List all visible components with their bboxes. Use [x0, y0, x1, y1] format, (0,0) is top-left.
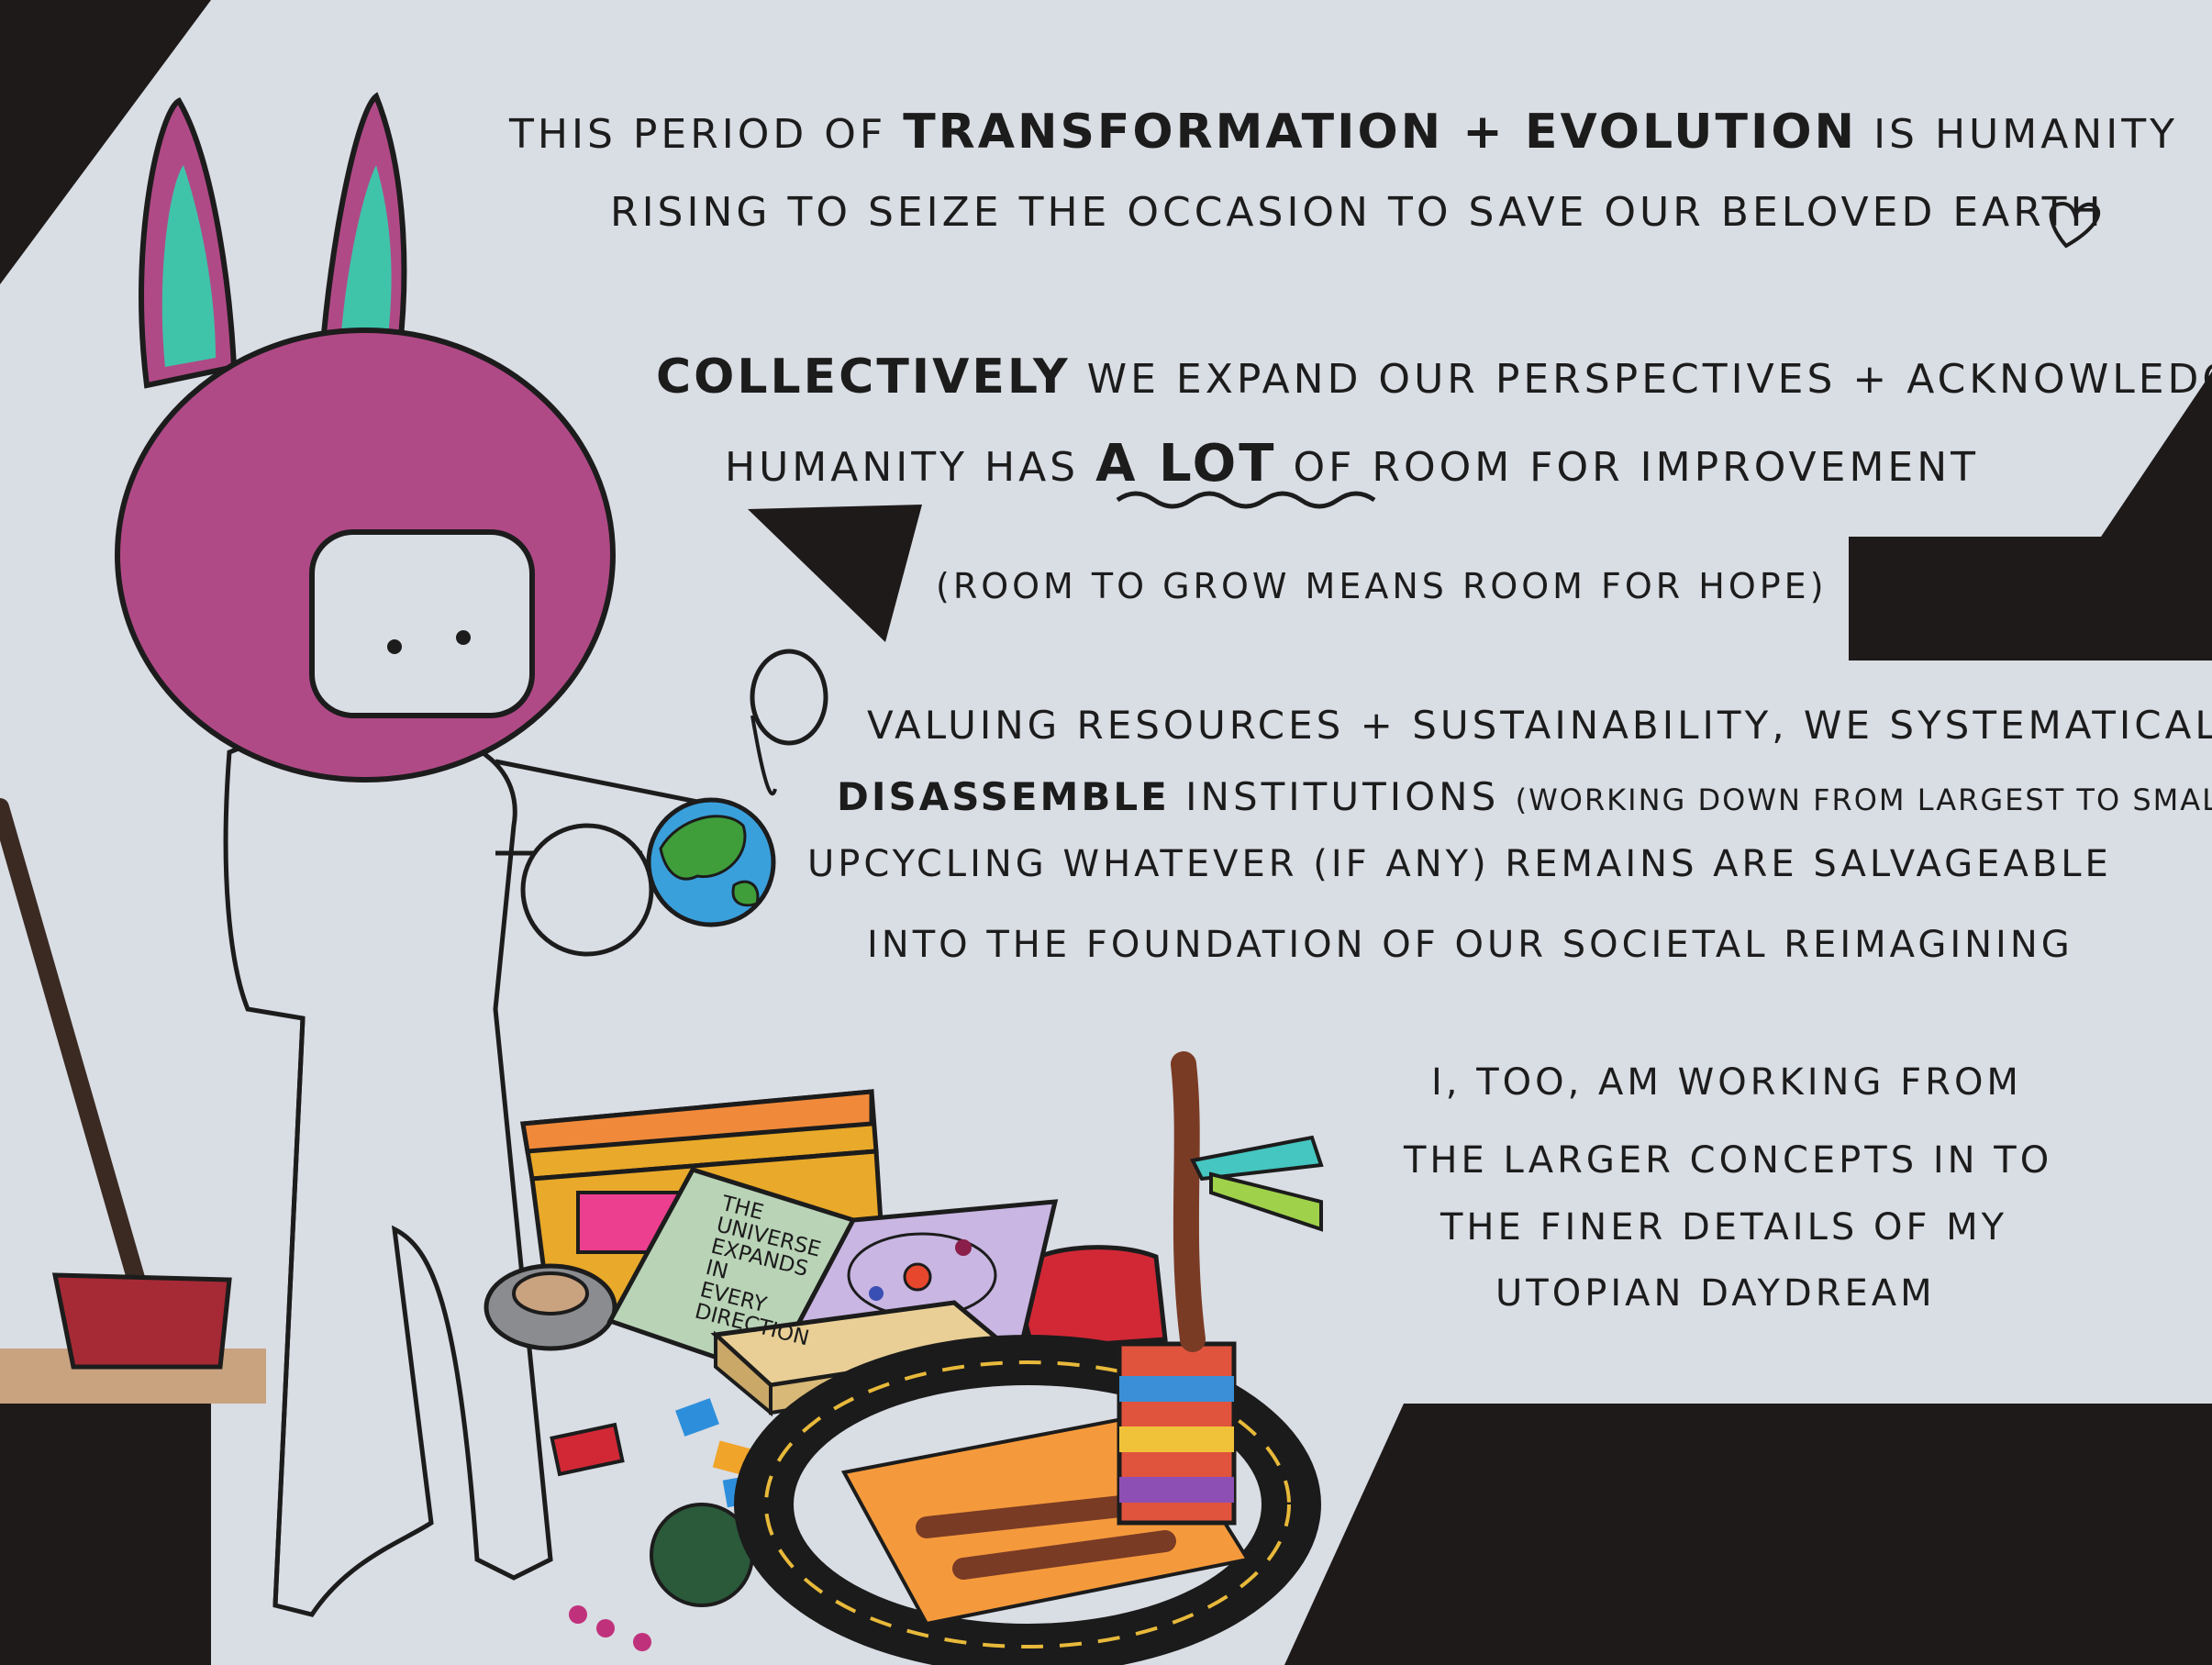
text-line: Humanity has A lot of room for improveme…: [725, 438, 1979, 490]
emphasis-text: A lot: [1095, 434, 1277, 494]
text-line: This period of Transformation + Evolutio…: [509, 108, 2178, 156]
text-line: Collectively we expand our perspectives …: [656, 353, 2212, 401]
text-fragment: we expand our perspectives + acknowledge: [1086, 356, 2212, 403]
text-line: the larger concepts in to: [1404, 1139, 2053, 1182]
red-toy-block: [550, 1422, 625, 1477]
underline-squiggle: [1116, 491, 1376, 509]
dark-panel-right: [1849, 372, 2212, 660]
text-fragment: is Humanity: [1873, 111, 2178, 158]
text-fragment: Humanity has: [725, 444, 1080, 491]
dark-floor-left: [0, 1404, 211, 1665]
text-fragment: This period of: [509, 111, 887, 158]
text-line: Rising to seize the occasion to save our…: [610, 189, 2105, 236]
tape-roll-icon: [484, 1263, 617, 1351]
text-fragment: (working down from largest to smallest): [1515, 783, 2212, 817]
text-fragment: institutions: [1185, 774, 1500, 819]
earth-globe-icon: [646, 797, 776, 927]
stick-windmill-icon: [1171, 1051, 1324, 1352]
emphasis-text: Disassemble: [837, 774, 1170, 819]
text-line: (Room to grow means room for hope): [936, 566, 1828, 606]
text-line: upcycling whatever (if any) remains are …: [807, 843, 2112, 885]
text-line: into the foundation of our societal reim…: [867, 924, 2073, 966]
text-line: the finer details of my: [1440, 1206, 2008, 1249]
illustration-canvas: [0, 0, 2212, 1665]
block-tower-icon: [1117, 1341, 1237, 1526]
text-line: utopian daydream: [1495, 1272, 1936, 1315]
text-fragment: of room for improvement: [1293, 444, 1980, 491]
dark-floor-right: [1284, 1404, 2212, 1665]
text-line: I, too, am working from: [1431, 1061, 2022, 1104]
emphasis-text: Collectively: [656, 350, 1071, 405]
text-line: Valuing resources + sustainability, we s…: [867, 703, 2212, 748]
emphasis-text: Transformation + Evolution: [903, 105, 1858, 160]
dark-triangle: [748, 505, 922, 642]
shovel-icon: [0, 798, 232, 1370]
text-line: Disassemble institutions (working down f…: [837, 778, 2212, 816]
